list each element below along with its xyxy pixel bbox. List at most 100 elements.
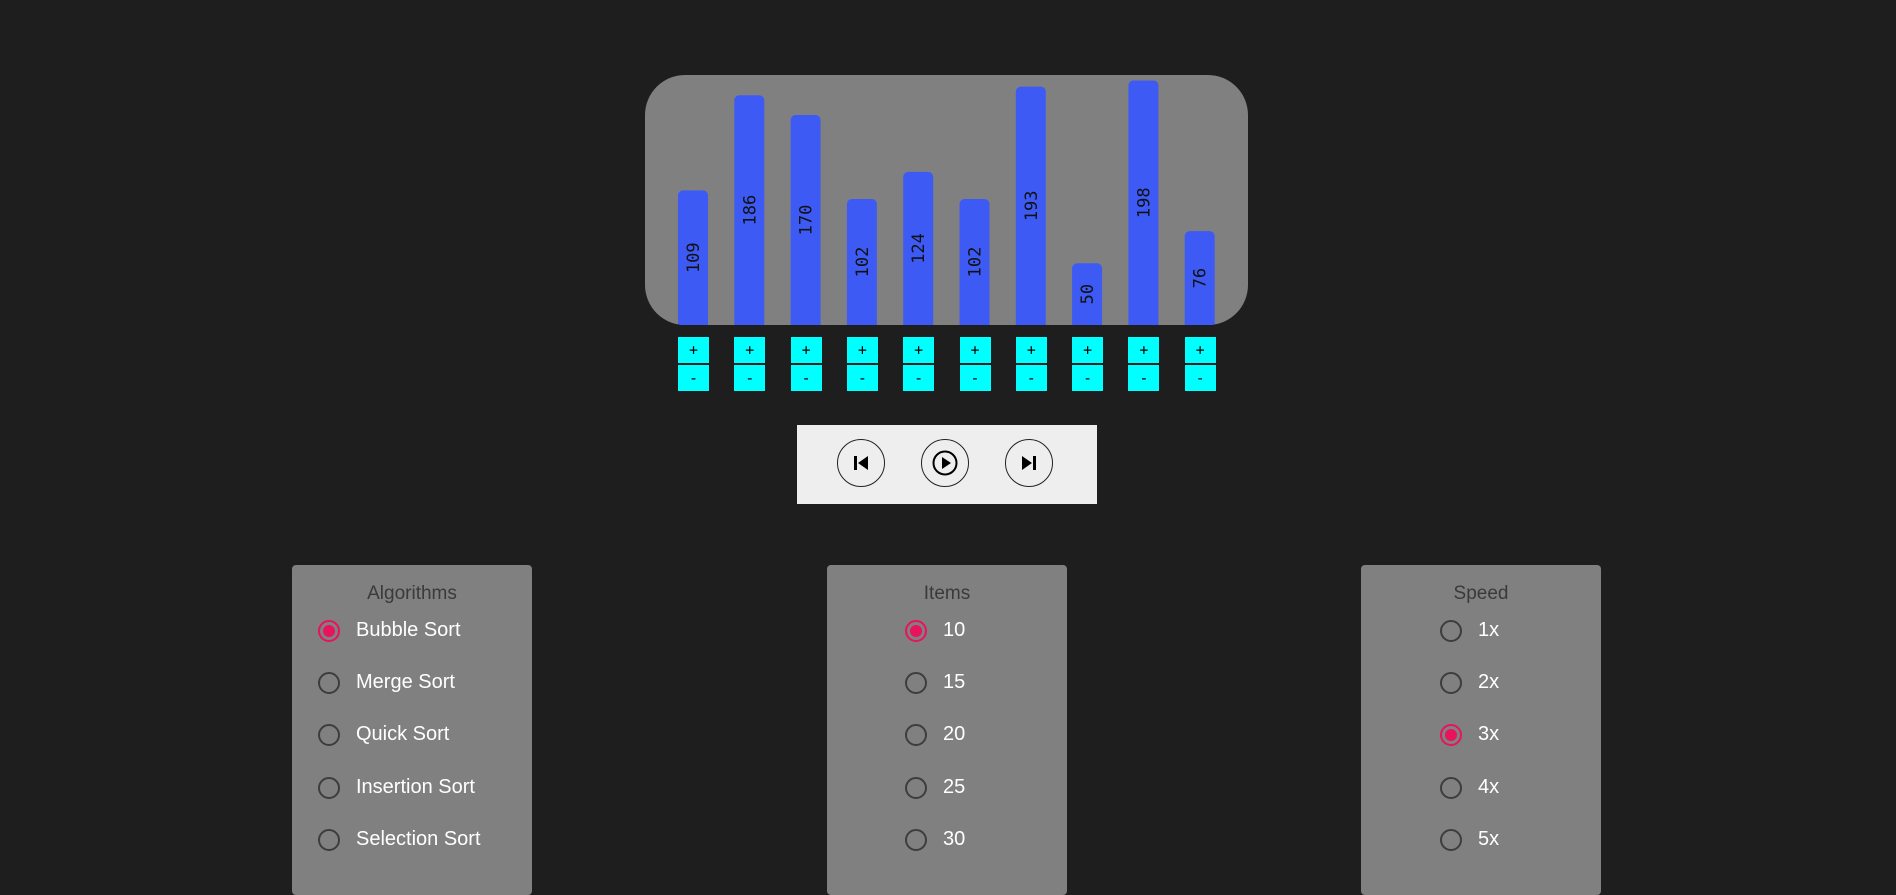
radio-label: 2x	[1478, 671, 1500, 693]
play-icon	[932, 450, 958, 476]
decrement-button[interactable]: -	[903, 365, 935, 391]
increment-button[interactable]: +	[903, 337, 935, 363]
radio-label: 3x	[1478, 723, 1500, 745]
increment-button[interactable]: +	[678, 337, 709, 363]
bar-value-label: 170	[797, 205, 817, 236]
radio-button[interactable]	[1440, 723, 1462, 746]
bar-chart-container: 109 186 170 102 124 102 193 50 198 76	[645, 75, 1248, 325]
radio-label: 30	[943, 828, 966, 850]
radio-button[interactable]	[905, 828, 927, 851]
increment-button[interactable]: +	[959, 337, 991, 363]
radio-label: 10	[943, 619, 966, 641]
speed-title: Speed	[1453, 583, 1509, 604]
play-button[interactable]	[921, 439, 969, 487]
radio-label: 20	[943, 723, 966, 745]
bar-value-label: 109	[684, 242, 704, 273]
bar-value-label: 198	[1134, 187, 1154, 218]
algorithms-option-bubble-sort[interactable]: Bubble Sort	[318, 619, 461, 642]
speed-panel: Speed 1x 2x 3x 4x 5x	[1361, 565, 1601, 895]
radio-button[interactable]	[905, 776, 927, 799]
bar-stepper-10: + -	[1184, 337, 1216, 391]
items-option-20[interactable]: 20	[905, 723, 965, 746]
decrement-button[interactable]: -	[959, 365, 991, 391]
increment-button[interactable]: +	[846, 337, 878, 363]
increment-button[interactable]: +	[1072, 337, 1104, 363]
decrement-button[interactable]: -	[1015, 365, 1047, 391]
radio-label: Selection Sort	[356, 828, 481, 850]
items-option-10[interactable]: 10	[905, 619, 965, 642]
speed-option-4x[interactable]: 4x	[1440, 776, 1499, 799]
bar-stepper-5: + -	[903, 337, 935, 391]
items-option-30[interactable]: 30	[905, 828, 965, 851]
bar-stepper-1: + -	[678, 337, 709, 391]
radio-label: 5x	[1478, 828, 1500, 850]
decrement-button[interactable]: -	[846, 365, 878, 391]
bar-value-label: 193	[1022, 190, 1042, 221]
increment-button[interactable]: +	[1184, 337, 1216, 363]
bar-stepper-4: + -	[846, 337, 878, 391]
radio-button[interactable]	[905, 619, 927, 642]
decrement-button[interactable]: -	[678, 365, 709, 391]
algorithms-option-quick-sort[interactable]: Quick Sort	[318, 723, 449, 746]
algorithms-option-merge-sort[interactable]: Merge Sort	[318, 671, 455, 694]
radio-label: Merge Sort	[356, 671, 455, 693]
radio-button[interactable]	[905, 671, 927, 694]
radio-button[interactable]	[1440, 828, 1462, 851]
radio-label: 25	[943, 776, 966, 798]
skip-back-button[interactable]	[837, 439, 885, 487]
speed-option-5x[interactable]: 5x	[1440, 828, 1499, 851]
increment-button[interactable]: +	[790, 337, 822, 363]
radio-button[interactable]	[318, 619, 340, 642]
bar-value-label: 102	[853, 247, 873, 278]
bar-stepper-2: + -	[734, 337, 766, 391]
algorithms-option-selection-sort[interactable]: Selection Sort	[318, 828, 481, 851]
decrement-button[interactable]: -	[790, 365, 822, 391]
algorithms-panel: Algorithms Bubble Sort Merge Sort Quick So…	[292, 565, 532, 895]
bar-value-label: 124	[909, 233, 929, 264]
decrement-button[interactable]: -	[1072, 365, 1104, 391]
skip-forward-button[interactable]	[1005, 439, 1053, 487]
radio-button[interactable]	[1440, 671, 1462, 694]
algorithms-title: Algorithms	[367, 583, 457, 604]
increment-button[interactable]: +	[1128, 337, 1160, 363]
radio-button[interactable]	[1440, 776, 1462, 799]
playback-controls	[797, 425, 1097, 504]
bar-stepper-3: + -	[790, 337, 822, 391]
radio-label: Bubble Sort	[356, 619, 461, 641]
bar-stepper-8: + -	[1072, 337, 1104, 391]
decrement-button[interactable]: -	[734, 365, 766, 391]
increment-button[interactable]: +	[1015, 337, 1047, 363]
bar-value-label: 76	[1191, 268, 1211, 288]
items-option-25[interactable]: 25	[905, 776, 965, 799]
bar-value-label: 102	[966, 247, 986, 278]
bar-stepper-6: + -	[959, 337, 991, 391]
radio-button[interactable]	[318, 671, 340, 694]
speed-option-2x[interactable]: 2x	[1440, 671, 1499, 694]
bar-stepper-9: + -	[1128, 337, 1160, 391]
algorithms-option-insertion-sort[interactable]: Insertion Sort	[318, 776, 475, 799]
bar-value-label: 50	[1078, 284, 1098, 304]
bar-value-label: 186	[740, 195, 760, 226]
bar-chart: 109 186 170 102 124 102 193 50 198 76	[678, 80, 1215, 325]
increment-button[interactable]: +	[734, 337, 766, 363]
items-panel: Items 10 15 20 25 30	[827, 565, 1067, 895]
radio-label: 4x	[1478, 776, 1500, 798]
radio-button[interactable]	[318, 776, 340, 799]
skip-back-icon	[854, 456, 868, 470]
speed-option-3x[interactable]: 3x	[1440, 723, 1499, 746]
items-title: Items	[923, 583, 971, 604]
speed-option-1x[interactable]: 1x	[1440, 619, 1499, 642]
bar-stepper-7: + -	[1015, 337, 1047, 391]
radio-button[interactable]	[318, 723, 340, 746]
decrement-button[interactable]: -	[1184, 365, 1216, 391]
decrement-button[interactable]: -	[1128, 365, 1160, 391]
radio-button[interactable]	[1440, 619, 1462, 642]
radio-label: 1x	[1478, 619, 1500, 641]
items-option-15[interactable]: 15	[905, 671, 965, 694]
radio-button[interactable]	[905, 723, 927, 746]
radio-button[interactable]	[318, 828, 340, 851]
radio-label: Quick Sort	[356, 723, 450, 745]
radio-label: Insertion Sort	[356, 776, 475, 798]
radio-label: 15	[943, 671, 966, 693]
skip-forward-icon	[1022, 456, 1036, 470]
